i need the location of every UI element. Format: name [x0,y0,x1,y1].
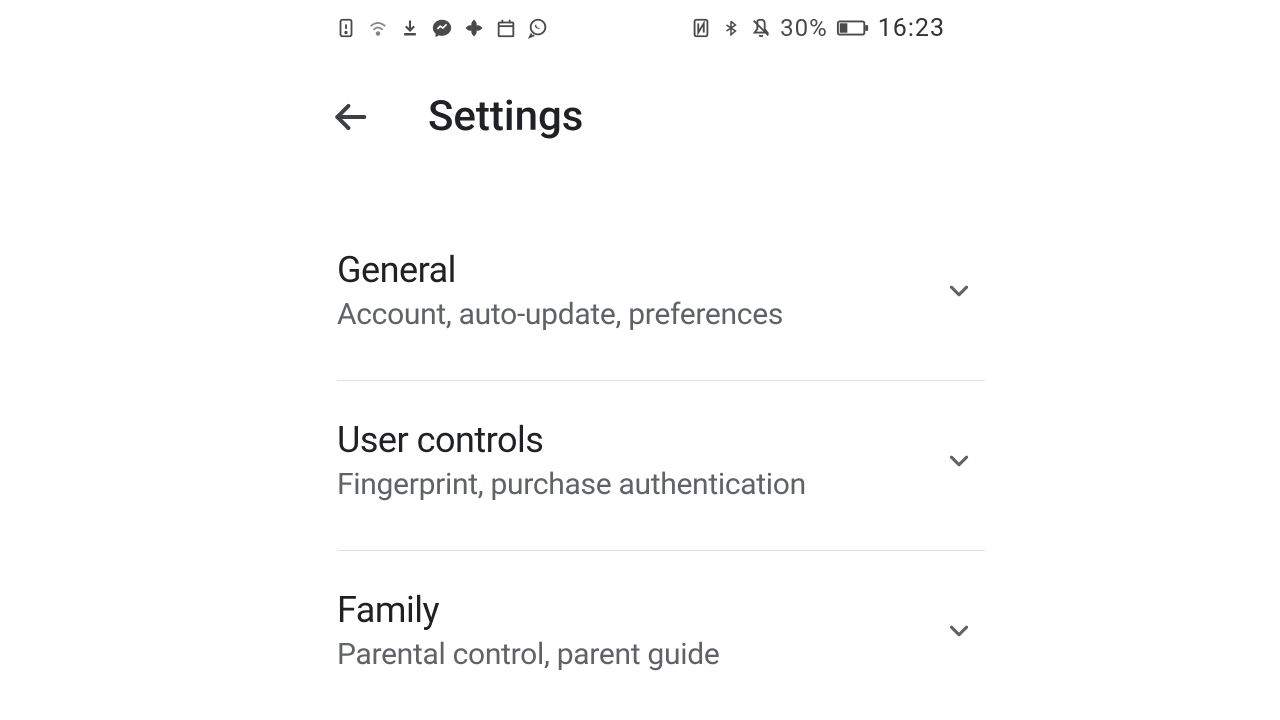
settings-item-title: Family [337,589,719,631]
battery-percent-text: 30% [780,14,828,42]
sim-alert-icon [335,17,357,39]
chevron-down-icon [943,445,975,477]
settings-item-family[interactable]: Family Parental control, parent guide [337,551,985,720]
page-title: Settings [428,92,583,141]
chevron-down-icon [943,615,975,647]
whatsapp-icon [527,17,549,39]
settings-item-title: User controls [337,419,806,461]
back-button[interactable] [330,97,370,137]
calendar-icon [495,17,517,39]
settings-list: General Account, auto-update, preference… [0,171,1280,720]
bluetooth-icon [720,17,742,39]
settings-item-subtitle: Parental control, parent guide [337,637,719,672]
settings-item-subtitle: Account, auto-update, preferences [337,297,783,332]
status-bar-left [335,17,549,39]
status-bar: 30% 16:23 [0,0,1280,56]
wifi-icon [367,17,389,39]
chevron-down-icon [943,275,975,307]
download-icon [399,17,421,39]
arrow-left-icon [331,98,369,136]
photos-icon [463,17,485,39]
nfc-icon [690,17,712,39]
settings-item-general[interactable]: General Account, auto-update, preference… [337,211,985,381]
battery-icon [836,17,870,39]
messenger-icon [431,17,453,39]
notifications-off-icon [750,17,772,39]
settings-item-title: General [337,249,783,291]
clock-text: 16:23 [878,14,945,43]
settings-item-user-controls[interactable]: User controls Fingerprint, purchase auth… [337,381,985,551]
settings-item-subtitle: Fingerprint, purchase authentication [337,467,806,502]
app-header: Settings [0,56,1280,171]
status-bar-right: 30% 16:23 [690,14,945,43]
